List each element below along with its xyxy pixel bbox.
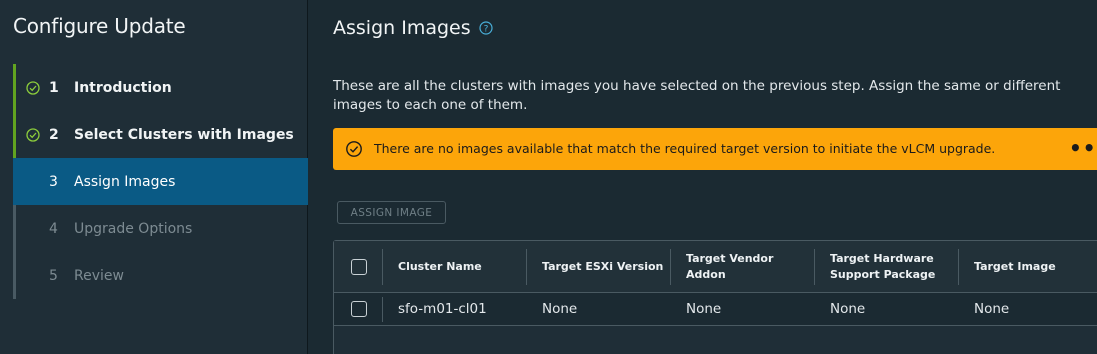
svg-text:?: ? bbox=[483, 25, 488, 35]
assign-image-button[interactable]: ASSIGN IMAGE bbox=[337, 201, 446, 224]
step-rail bbox=[13, 252, 16, 299]
warning-check-circle-icon bbox=[345, 140, 363, 158]
check-circle-icon bbox=[26, 127, 40, 142]
warning-alert: There are no images available that match… bbox=[333, 128, 1097, 170]
step-number: 4 bbox=[49, 220, 58, 237]
cell-target-image: None bbox=[974, 301, 1010, 317]
step-rail bbox=[13, 111, 16, 158]
step-label: Assign Images bbox=[74, 173, 176, 190]
cell-target-esxi: None bbox=[542, 301, 578, 317]
table-header: Cluster Name Target ESXi Version Target … bbox=[334, 241, 1097, 293]
step-introduction[interactable]: 1 Introduction bbox=[13, 64, 308, 111]
page-description: These are all the clusters with images y… bbox=[333, 78, 1061, 113]
column-header-cluster-name[interactable]: Cluster Name bbox=[398, 259, 482, 275]
cell-hardware-support: None bbox=[830, 301, 866, 317]
step-rail bbox=[13, 64, 16, 111]
column-header-target-esxi[interactable]: Target ESXi Version bbox=[542, 259, 663, 275]
step-number: 2 bbox=[49, 126, 59, 143]
step-rail bbox=[13, 158, 16, 205]
step-select-clusters[interactable]: 2 Select Clusters with Images bbox=[13, 111, 308, 158]
check-circle-icon bbox=[26, 80, 40, 95]
step-number: 5 bbox=[49, 267, 58, 284]
step-label: Review bbox=[74, 267, 124, 284]
wizard-content: Assign Images ? These are all the cluste… bbox=[309, 0, 1097, 354]
row-checkbox[interactable] bbox=[351, 301, 367, 317]
select-all-checkbox[interactable] bbox=[351, 259, 367, 275]
wizard-title: Configure Update bbox=[13, 14, 186, 38]
column-divider bbox=[526, 249, 527, 285]
column-header-vendor-addon[interactable]: Target Vendor Addon bbox=[686, 251, 786, 283]
column-divider bbox=[382, 297, 383, 322]
step-rail bbox=[13, 205, 16, 252]
column-divider bbox=[814, 249, 815, 285]
column-header-target-image[interactable]: Target Image bbox=[974, 259, 1056, 275]
column-divider bbox=[958, 249, 959, 285]
help-icon[interactable]: ? bbox=[479, 21, 493, 35]
cell-cluster-name: sfo-m01-cl01 bbox=[398, 301, 487, 317]
page-title: Assign Images bbox=[333, 17, 471, 39]
step-upgrade-options: 4 Upgrade Options bbox=[13, 205, 308, 252]
step-review: 5 Review bbox=[13, 252, 308, 299]
clusters-table: Cluster Name Target ESXi Version Target … bbox=[333, 240, 1097, 354]
column-header-hardware-support[interactable]: Target Hardware Support Package bbox=[830, 251, 950, 283]
more-actions-icon[interactable]: ••• bbox=[1069, 136, 1097, 160]
alert-message: There are no images available that match… bbox=[374, 141, 996, 156]
page-title-row: Assign Images ? bbox=[333, 17, 493, 39]
step-label: Select Clusters with Images bbox=[74, 126, 294, 143]
step-number: 1 bbox=[49, 79, 59, 96]
step-label: Upgrade Options bbox=[74, 220, 193, 237]
wizard-sidebar: Configure Update 1 Introduction 2 Select… bbox=[0, 0, 308, 354]
step-assign-images[interactable]: 3 Assign Images bbox=[13, 158, 308, 205]
column-divider bbox=[382, 249, 383, 285]
step-number: 3 bbox=[49, 173, 58, 190]
table-row[interactable]: sfo-m01-cl01 None None None None bbox=[334, 293, 1097, 326]
cell-vendor-addon: None bbox=[686, 301, 722, 317]
column-divider bbox=[670, 249, 671, 285]
step-label: Introduction bbox=[74, 79, 172, 96]
wizard-steps: 1 Introduction 2 Select Clusters with Im… bbox=[13, 64, 308, 299]
